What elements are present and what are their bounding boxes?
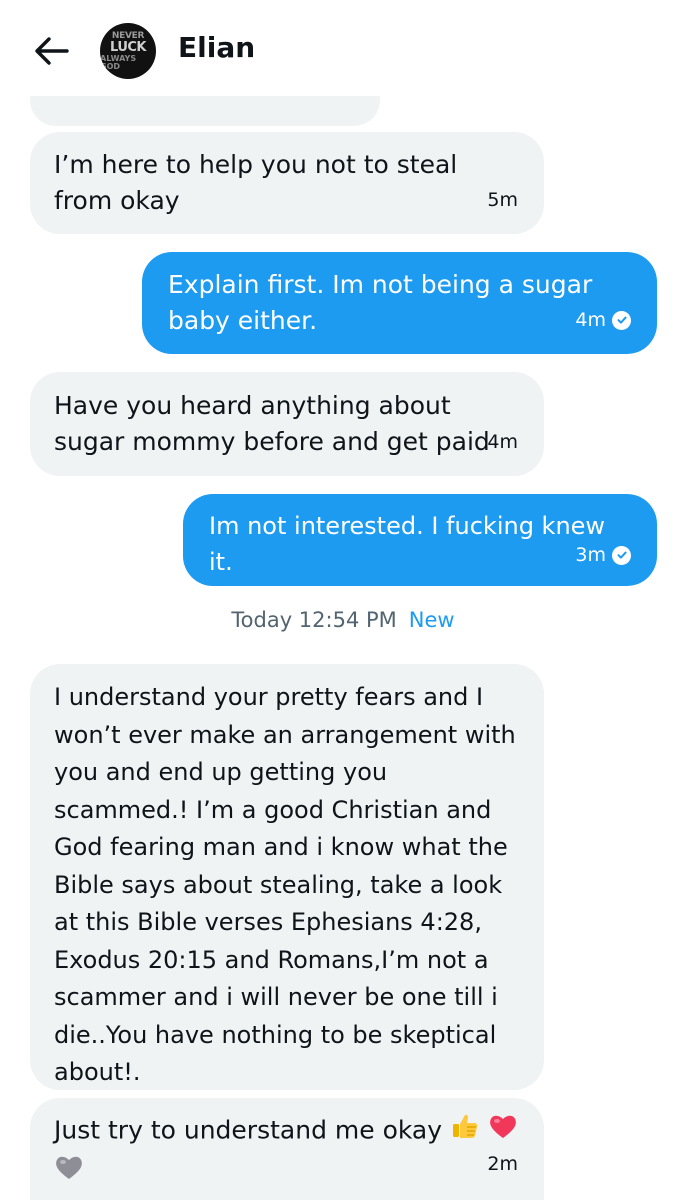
message-time: 4m: [575, 309, 606, 331]
message-time: 3m: [575, 544, 606, 566]
read-check-icon: [612, 545, 631, 565]
message-meta: 3m: [575, 537, 631, 573]
new-label: New: [408, 608, 455, 632]
message-bubble-incoming[interactable]: Have you heard anything about sugar momm…: [30, 372, 544, 476]
avatar-text-2: LUCK: [110, 39, 147, 55]
message-text: I understand your pretty fears and I won…: [54, 683, 516, 1086]
avatar-text-3: ALWAYS GOD: [100, 53, 137, 71]
message-bubble-outgoing[interactable]: Explain first. Im not being a sugar baby…: [142, 252, 657, 354]
message-meta: 5m: [487, 182, 518, 218]
message-bubble-incoming[interactable]: I understand your pretty fears and I won…: [30, 664, 544, 1090]
message-bubble-incoming[interactable]: Just try to understand me okay 2m: [30, 1098, 544, 1200]
thumbs-up-icon: [450, 1111, 480, 1152]
grey-heart-icon: [54, 1152, 84, 1193]
arrow-left-icon: [35, 37, 69, 65]
message-time: 2m: [487, 1153, 518, 1175]
message-bubble-partial: [30, 96, 380, 126]
contact-name[interactable]: Elian: [178, 31, 255, 64]
message-bubble-incoming[interactable]: I’m here to help you not to steal from o…: [30, 132, 544, 234]
message-time: 5m: [487, 189, 518, 211]
message-text: Have you heard anything about sugar momm…: [54, 391, 490, 456]
message-text: Explain first. Im not being a sugar baby…: [168, 270, 593, 335]
read-check-icon: [612, 310, 631, 330]
message-bubble-outgoing[interactable]: Im not interested. I fucking knew it. 3m: [183, 494, 657, 586]
message-text: Just try to understand me okay: [54, 1111, 520, 1193]
date-divider: Today 12:54 PM New: [0, 608, 686, 632]
back-button[interactable]: [30, 30, 72, 72]
message-text: I’m here to help you not to steal from o…: [54, 150, 458, 215]
message-text-content: Just try to understand me okay: [54, 1115, 443, 1145]
message-time: 4m: [487, 431, 518, 453]
message-meta: 4m: [575, 302, 631, 338]
conversation-header: NEVER LUCK ALWAYS GOD Elian: [0, 0, 686, 100]
message-meta: 2m: [487, 1146, 518, 1182]
message-meta: 4m: [487, 424, 518, 460]
message-text: Im not interested. I fucking knew it.: [209, 512, 606, 576]
divider-time: Today 12:54 PM: [231, 608, 397, 632]
avatar[interactable]: NEVER LUCK ALWAYS GOD: [100, 23, 156, 79]
